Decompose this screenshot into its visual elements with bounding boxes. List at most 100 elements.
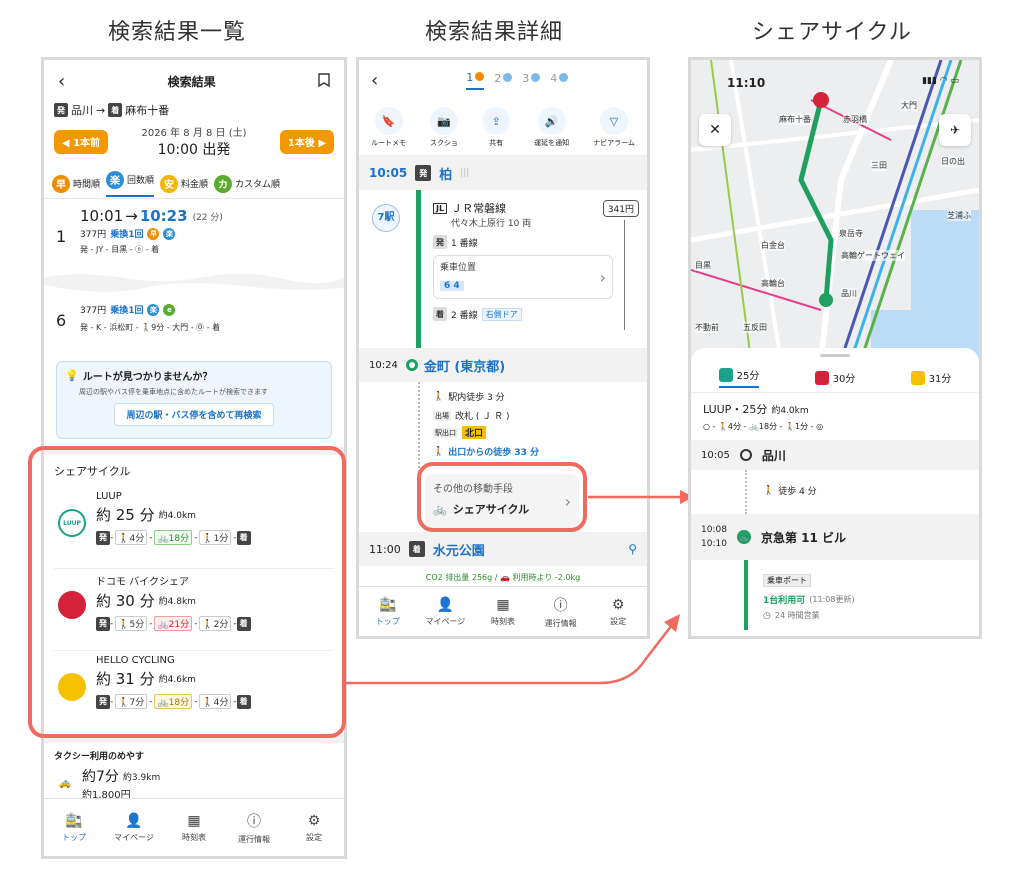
service-logo-icon xyxy=(718,367,733,382)
nav-mypage[interactable]: 👤 マイページ xyxy=(109,813,159,843)
platform-arr-icon: 着 xyxy=(433,307,447,321)
port-dep-time: 10:10 xyxy=(701,539,727,549)
result-transfer: 乗換1回 xyxy=(110,230,144,240)
lightbulb-icon: 💡 xyxy=(65,369,79,382)
arr-node-icon xyxy=(405,359,418,371)
car-position-card[interactable]: 乗車位置 6 4 › xyxy=(433,255,613,299)
stops-badge[interactable]: 7駅 xyxy=(372,204,400,232)
arr-station[interactable]: 金町 (東京都) xyxy=(424,356,505,375)
sort-tab[interactable]: 楽回数順 xyxy=(106,170,155,197)
dep-time: 10:05 xyxy=(369,166,408,180)
nav-top[interactable]: 🚉 トップ xyxy=(363,597,413,627)
delay-notify-button[interactable]: 🔊 運延を通知 xyxy=(534,107,569,148)
hours: 24 時間営業 xyxy=(774,611,820,620)
chevron-right-icon: › xyxy=(599,268,606,287)
route-tab[interactable]: 2 xyxy=(494,72,513,89)
car-pos-value: 6 4 xyxy=(440,281,464,291)
detail-screen: ‹ 1 2 3 4 🔖 ルートメモ 📷 スクショ ⇪ 共有 🔊 運延を通知 ▽ ナビアラーム 10:05… xyxy=(356,57,650,639)
cycle-service-tab[interactable]: 30分 xyxy=(814,370,855,385)
sort-tab[interactable]: カカスタム順 xyxy=(214,174,280,193)
badge-easy-icon-6: 楽 xyxy=(147,303,160,316)
search-date[interactable]: 2026 年 8 月 8 日 (土) xyxy=(141,124,246,139)
port-name[interactable]: 京急第 11 ビル xyxy=(761,529,846,546)
screenshot-button[interactable]: 📷 スクショ xyxy=(430,107,459,148)
map-view[interactable]: 11:10 ▮▮▮ ◠ ▭ ✕ ✈ 麻布十番 赤羽橋 大門 三田 日の出 芝浦ふ 白金台 泉岳… xyxy=(691,60,979,360)
nav-label: トップ xyxy=(62,832,86,842)
map-label: 三田 xyxy=(871,160,887,171)
status-time: 11:10 xyxy=(727,76,766,90)
route-tab-badge-icon xyxy=(531,72,541,82)
map-label: 目黒 xyxy=(695,260,711,271)
exit-tag-2: 駅出口 xyxy=(433,427,458,438)
sort-tab-label: 料金順 xyxy=(181,180,209,190)
map-label: 麻布十番 xyxy=(779,114,811,125)
line-name[interactable]: ＪＲ常磐線 xyxy=(451,200,506,216)
panel-title-list: 検索結果一覧 xyxy=(108,20,247,45)
result-row-6[interactable]: 6 377円 乗換1回 楽 e 発 - K - 浜松町 - 🚶9分 - 大門 -… xyxy=(44,303,344,355)
research-button[interactable]: 周辺の駅・バス停を含めて再検索 xyxy=(114,403,274,426)
cycle-screen: 11:10 ▮▮▮ ◠ ▭ ✕ ✈ 麻布十番 赤羽橋 大門 三田 日の出 芝浦ふ 白金台 泉岳… xyxy=(688,57,982,639)
map-pin-icon[interactable]: ⚲ xyxy=(628,542,637,556)
result6-fare: 377円 xyxy=(80,306,107,316)
walk-out[interactable]: 出口からの徒歩 33 分 xyxy=(448,445,539,458)
notfound-title: ルートが見つかりませんか？ xyxy=(82,372,213,383)
route-memo-button[interactable]: 🔖 ルートメモ xyxy=(371,107,406,148)
nav-service-info[interactable]: ⓘ 運行情報 xyxy=(536,595,586,629)
bookmark-icon[interactable] xyxy=(318,72,330,91)
prev-train-button[interactable]: ◀ 1本前 xyxy=(54,129,108,154)
back-icon[interactable]: ‹ xyxy=(58,71,65,92)
nav-settings[interactable]: ⚙ 設定 xyxy=(593,597,643,627)
location-toggle-button[interactable]: ✈ xyxy=(939,114,971,146)
taxi-distance: 約3.9km xyxy=(122,772,161,783)
bike-route-line xyxy=(744,560,748,630)
port-arr-time: 10:08 xyxy=(701,525,727,535)
nav-settings[interactable]: ⚙ 設定 xyxy=(289,813,339,843)
cycle-service-tab[interactable]: 31分 xyxy=(910,370,951,385)
cycle-service-tab[interactable]: 25分 xyxy=(718,367,760,388)
sort-tab-label: 時間順 xyxy=(73,180,101,190)
sheet-handle[interactable] xyxy=(820,354,850,357)
start-station[interactable]: 品川 xyxy=(762,447,786,464)
action-label: スクショ xyxy=(430,139,459,147)
nav-alarm-button[interactable]: ▽ ナビアラーム xyxy=(593,107,635,148)
route-tab-badge-icon xyxy=(559,72,569,82)
route-tab[interactable]: 1 xyxy=(466,71,485,90)
close-map-button[interactable]: ✕ xyxy=(699,114,731,146)
result-number-6: 6 xyxy=(56,311,67,330)
nav-timetable[interactable]: ▦ 時刻表 xyxy=(169,813,219,843)
nav-label: 時刻表 xyxy=(490,616,515,626)
route-tab[interactable]: 3 xyxy=(522,72,541,89)
dep-station[interactable]: 柏 xyxy=(439,164,452,183)
timetable-icon[interactable]: ||| xyxy=(460,168,469,178)
map-label: 不動前 xyxy=(695,322,719,333)
nav-mypage[interactable]: 👤 マイページ xyxy=(420,597,470,627)
route-tab[interactable]: 4 xyxy=(550,72,569,89)
search-time[interactable]: 10:00 出発 xyxy=(141,139,246,159)
exit-gate: 改札 ( Ｊ Ｒ ) xyxy=(455,412,510,422)
fare-range-line xyxy=(624,220,625,330)
final-station[interactable]: 水元公園 xyxy=(433,540,485,559)
map-label: 赤羽橋 xyxy=(843,114,867,125)
result-row-1[interactable]: 1 10:01 → 10:23 (22 分) 377円 乗換1回 早 楽 発 -… xyxy=(44,199,344,269)
share-button[interactable]: ⇪ 共有 xyxy=(482,107,511,148)
result-arrow: → xyxy=(125,207,138,225)
next-train-button[interactable]: 1本後 ▶ xyxy=(280,129,334,154)
back-icon-detail[interactable]: ‹ xyxy=(371,70,378,91)
fare-box: 341円 xyxy=(602,200,639,217)
nav-mypage-icon: 👤 xyxy=(436,596,455,613)
nav-top-icon: 🚉 xyxy=(379,596,397,613)
jr-logo-icon: JL xyxy=(433,202,448,214)
nav-timetable[interactable]: ▦ 時刻表 xyxy=(478,597,528,627)
car-pos-label: 乗車位置 xyxy=(440,263,477,273)
line-sub: 代々木上原行 10 両 xyxy=(451,219,532,229)
sort-tabs: 早時間順楽回数順安料金順カカスタム順 xyxy=(44,165,344,199)
nav-label: 運行情報 xyxy=(238,834,270,844)
nav-service-info[interactable]: ⓘ 運行情報 xyxy=(229,811,279,845)
platform-dep-icon: 発 xyxy=(433,235,447,249)
arr-marker-icon: 着 xyxy=(408,541,425,557)
notfound-desc: 周辺の駅やバス停を乗車地点に含めたルートが検索できます xyxy=(79,388,268,396)
nav-top[interactable]: 🚉 トップ xyxy=(49,813,99,843)
sort-tab[interactable]: 安料金順 xyxy=(160,174,209,193)
summary-title: LUUP・25分 xyxy=(703,403,768,416)
sort-tab[interactable]: 早時間順 xyxy=(52,174,101,193)
